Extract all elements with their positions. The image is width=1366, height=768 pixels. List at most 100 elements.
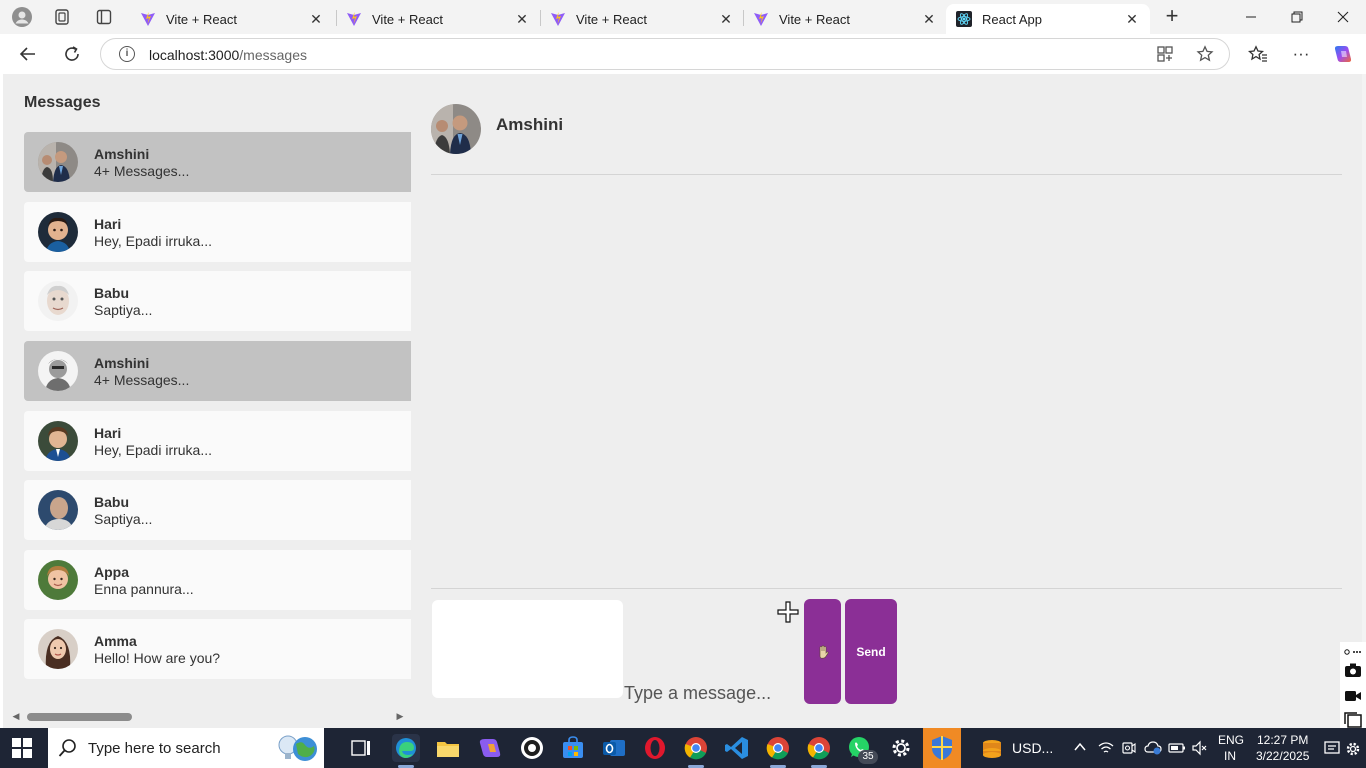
avatar	[38, 142, 78, 182]
chrome-icon-3[interactable]	[805, 734, 833, 762]
contact-last-message: Saptiya...	[94, 302, 153, 318]
side-tools-panel	[1340, 642, 1366, 728]
contact-last-message: Hello! How are you?	[94, 650, 221, 666]
contact-item[interactable]: Babu Saptiya...	[24, 271, 411, 331]
contact-item[interactable]: Amma Hello! How are you?	[24, 619, 411, 679]
contact-last-message: Hey, Epadi irruka...	[94, 233, 213, 249]
wifi-icon[interactable]	[1098, 740, 1114, 756]
battery-icon[interactable]	[1168, 740, 1185, 756]
opera-icon[interactable]	[641, 734, 669, 762]
refresh-button[interactable]	[61, 43, 83, 65]
chat-contact-name: Amshini	[496, 115, 564, 134]
whatsapp-badge: 35	[858, 750, 878, 764]
address-bar[interactable]: i localhost:3000/messages	[100, 38, 1230, 70]
browser-tab-active[interactable]: React App ✕	[946, 4, 1150, 34]
file-explorer-icon[interactable]	[434, 734, 462, 762]
scrollbar-thumb[interactable]	[27, 713, 132, 721]
copilot-app-icon[interactable]	[476, 734, 504, 762]
browser-tab[interactable]: Vite + React ✕	[130, 4, 334, 34]
taskbar-search[interactable]: Type here to search	[48, 728, 324, 768]
close-icon[interactable]: ✕	[308, 11, 324, 28]
volume-muted-icon[interactable]	[1191, 740, 1207, 756]
chrome-profile-icon[interactable]	[518, 734, 546, 762]
app-available-icon[interactable]	[1155, 45, 1175, 65]
search-highlight-icon	[274, 732, 322, 764]
whatsapp-icon[interactable]: 35	[846, 734, 878, 764]
header-divider	[431, 174, 1342, 175]
site-info-icon[interactable]: i	[119, 46, 135, 62]
contact-last-message: Saptiya...	[94, 511, 153, 527]
scroll-left-arrow-icon[interactable]: ◀	[11, 711, 21, 721]
tab-actions-icon[interactable]	[94, 7, 114, 27]
scroll-right-arrow-icon[interactable]: ▶	[395, 711, 405, 721]
contact-item[interactable]: Appa Enna pannura...	[24, 550, 411, 610]
chrome-icon[interactable]	[682, 734, 710, 762]
outlook-icon[interactable]	[600, 734, 628, 762]
contact-item[interactable]: Amshini 4+ Messages...	[24, 132, 411, 192]
contact-item[interactable]: Hari Hey, Epadi irruka...	[24, 411, 411, 471]
contact-item[interactable]: Amshini 4+ Messages...	[24, 341, 411, 401]
avatar	[38, 629, 78, 669]
workspaces-icon[interactable]	[52, 7, 72, 27]
send-button[interactable]: Send	[845, 599, 897, 704]
clock-date[interactable]: 3/22/2025	[1256, 749, 1309, 763]
favorites-icon[interactable]	[1247, 43, 1269, 65]
settings-gear-icon[interactable]	[887, 734, 915, 762]
browser-tab[interactable]: Vite + React ✕	[743, 4, 947, 34]
language-line1[interactable]: ENG	[1218, 733, 1244, 747]
contact-last-message: Enna pannura...	[94, 581, 194, 597]
close-icon[interactable]: ✕	[1124, 11, 1140, 28]
browser-side-edge	[1362, 74, 1366, 728]
avatar	[38, 351, 78, 391]
language-line2[interactable]: IN	[1224, 749, 1236, 763]
close-window-button[interactable]	[1320, 0, 1366, 34]
url-host: localhost:3000	[149, 47, 240, 63]
close-icon[interactable]: ✕	[921, 11, 937, 28]
window-icon[interactable]	[1344, 712, 1362, 728]
contact-name: Amshini	[94, 355, 150, 371]
minimize-button[interactable]	[1228, 0, 1274, 34]
camera-icon[interactable]	[1344, 662, 1362, 678]
back-button[interactable]	[17, 43, 39, 65]
close-icon[interactable]: ✕	[514, 11, 530, 28]
gear-icon[interactable]	[1344, 740, 1360, 756]
avatar	[38, 421, 78, 461]
camera-tray-icon[interactable]	[1121, 740, 1137, 756]
microsoft-store-icon[interactable]	[559, 734, 587, 762]
video-icon[interactable]	[1344, 688, 1362, 704]
windows-taskbar: Type here to search 35 USD... ENG IN 12:…	[0, 728, 1366, 768]
close-icon[interactable]: ✕	[718, 11, 734, 28]
horizontal-scrollbar[interactable]: ◀ ▶	[3, 710, 411, 722]
chrome-icon-2[interactable]	[764, 734, 792, 762]
link-more-icon[interactable]	[1344, 644, 1362, 660]
new-tab-button[interactable]: +	[1160, 5, 1184, 28]
copilot-icon[interactable]	[1332, 43, 1354, 65]
vscode-icon[interactable]	[723, 734, 751, 762]
task-view-icon[interactable]	[347, 734, 375, 762]
contact-last-message: 4+ Messages...	[94, 163, 190, 179]
security-shield-icon[interactable]	[923, 728, 961, 768]
contact-last-message: 4+ Messages...	[94, 372, 190, 388]
emoji-button[interactable]	[804, 599, 841, 704]
message-placeholder: Type a message...	[624, 683, 772, 703]
hand-icon	[819, 644, 828, 658]
profile-icon[interactable]	[12, 7, 32, 27]
restore-button[interactable]	[1274, 0, 1320, 34]
notifications-icon[interactable]	[1324, 740, 1340, 756]
usd-widget-label[interactable]: USD...	[1012, 740, 1053, 756]
vite-icon	[551, 12, 565, 26]
url-text[interactable]: localhost:3000/messages	[149, 47, 307, 63]
browser-tab[interactable]: Vite + React ✕	[540, 4, 744, 34]
message-input[interactable]	[432, 600, 623, 698]
contact-item[interactable]: Hari Hey, Epadi irruka...	[24, 202, 411, 262]
contact-item[interactable]: Babu Saptiya...	[24, 480, 411, 540]
usd-widget-icon[interactable]	[978, 734, 1006, 762]
more-options-icon[interactable]: ···	[1290, 43, 1312, 65]
edge-browser-icon[interactable]	[392, 734, 420, 762]
windows-start-icon[interactable]	[12, 738, 32, 758]
browser-tab[interactable]: Vite + React ✕	[336, 4, 540, 34]
clock-time[interactable]: 12:27 PM	[1257, 733, 1308, 747]
onedrive-icon[interactable]	[1144, 740, 1162, 756]
chevron-up-icon[interactable]	[1072, 740, 1088, 756]
favorite-star-icon[interactable]	[1195, 45, 1215, 65]
